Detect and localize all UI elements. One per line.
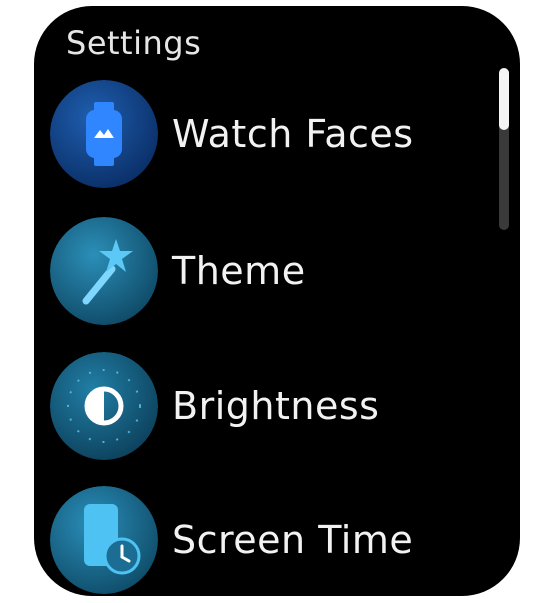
watch-screen: Settings Watch Faces Theme Brightness Sc… (34, 6, 520, 596)
page-title: Settings (66, 24, 202, 62)
menu-item-label: Brightness (172, 384, 380, 428)
menu-item-screen-time[interactable]: Screen Time (50, 486, 490, 594)
menu-item-label: Theme (172, 249, 306, 293)
menu-item-brightness[interactable]: Brightness (50, 352, 490, 460)
watch-face-icon (50, 80, 158, 188)
scrollbar-thumb[interactable] (499, 68, 509, 130)
menu-item-theme[interactable]: Theme (50, 217, 490, 325)
scrollbar[interactable] (499, 68, 509, 230)
brightness-icon (50, 352, 158, 460)
screen-time-icon (50, 486, 158, 594)
menu-item-label: Screen Time (172, 518, 414, 562)
menu-item-label: Watch Faces (172, 112, 414, 156)
magic-wand-icon (50, 217, 158, 325)
menu-item-watch-faces[interactable]: Watch Faces (50, 80, 490, 188)
